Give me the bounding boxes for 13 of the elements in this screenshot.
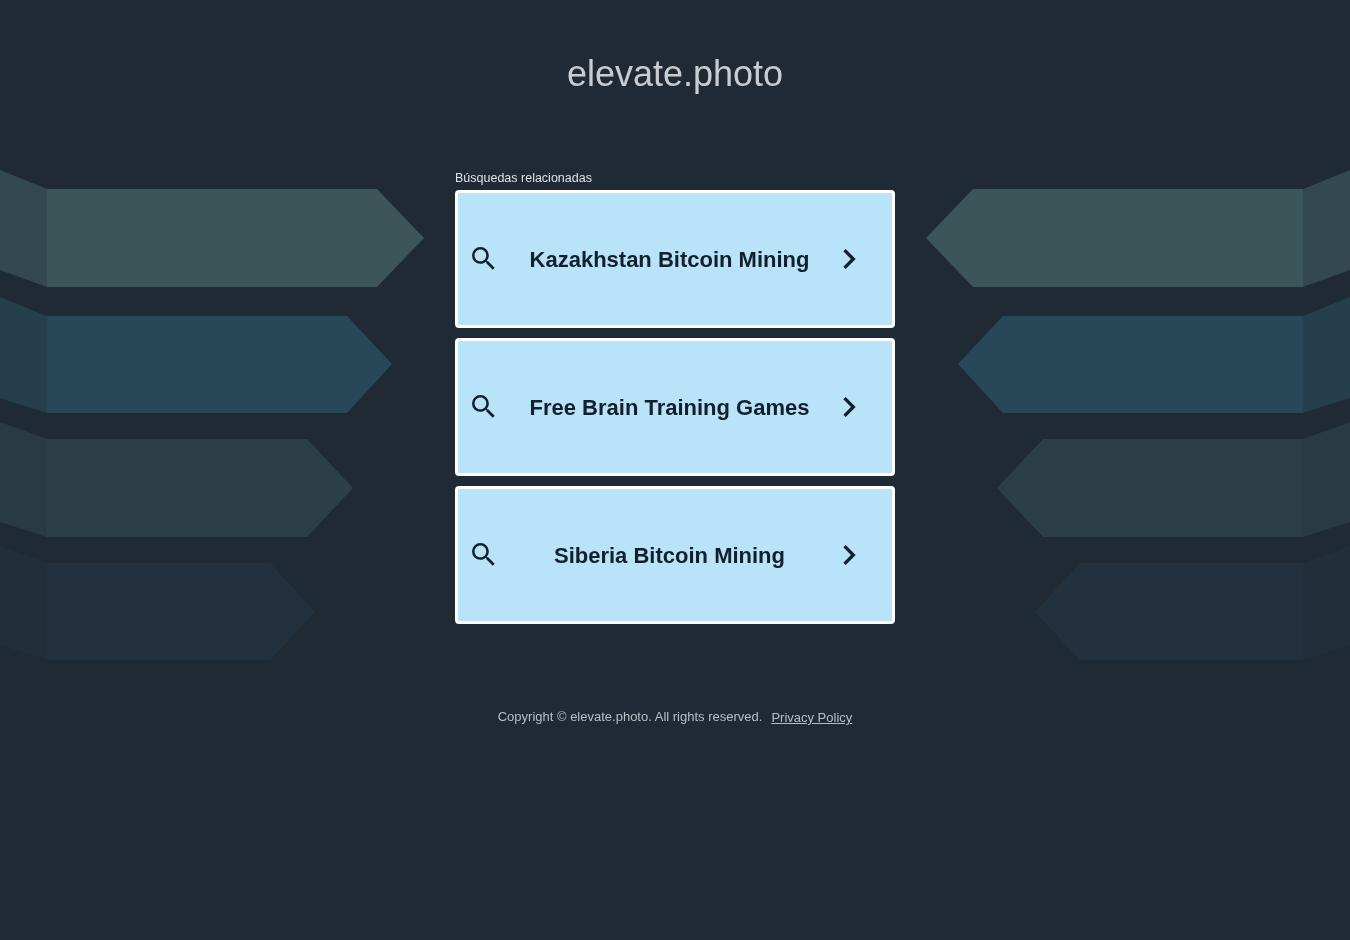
search-icon bbox=[472, 247, 496, 271]
chevron-right-icon bbox=[843, 397, 856, 417]
chevron-right-icon bbox=[843, 545, 856, 565]
related-search-link[interactable]: Kazakhstan Bitcoin Mining bbox=[455, 190, 895, 328]
search-icon bbox=[472, 395, 496, 419]
privacy-policy-link[interactable]: Privacy Policy bbox=[771, 710, 853, 726]
related-search-link[interactable]: Siberia Bitcoin Mining bbox=[455, 486, 895, 624]
related-search-link[interactable]: Free Brain Training Games bbox=[455, 338, 895, 476]
chevron-right-icon bbox=[843, 249, 856, 269]
search-icon bbox=[472, 543, 496, 567]
copyright-text: Copyright © elevate.photo. All rights reserved. bbox=[497, 709, 763, 725]
site-title: elevate.photo bbox=[566, 52, 784, 96]
related-searches-heading: Búsquedas relacionadas bbox=[455, 170, 592, 186]
